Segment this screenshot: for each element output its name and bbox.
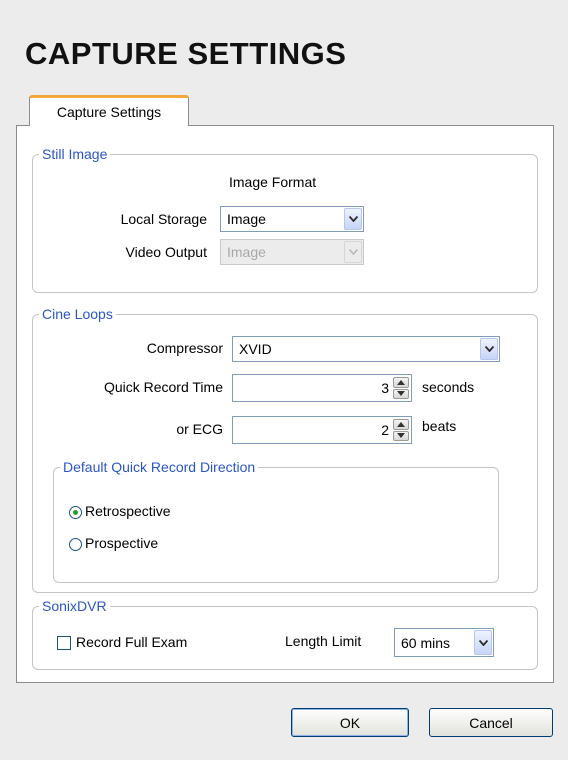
video-output-label: Video Output — [125, 244, 207, 260]
still-image-legend: Still Image — [42, 146, 108, 162]
local-storage-value: Image — [227, 211, 266, 227]
chevron-down-icon[interactable] — [344, 208, 362, 230]
compressor-label: Compressor — [146, 340, 223, 356]
local-storage-select[interactable]: Image — [220, 206, 364, 232]
compressor-value: XVID — [239, 341, 272, 357]
length-limit-value: 60 mins — [401, 635, 451, 651]
tab-label: Capture Settings — [56, 104, 162, 120]
ok-button-label: OK — [339, 714, 361, 731]
length-limit-label: Length Limit — [285, 633, 362, 649]
spin-up-icon[interactable] — [393, 377, 409, 388]
ecg-beats-value: 2 — [381, 422, 389, 438]
length-limit-select[interactable]: 60 mins — [394, 628, 494, 657]
ecg-beats-stepper[interactable]: 2 — [232, 416, 412, 444]
video-output-value: Image — [227, 244, 266, 260]
retrospective-radio[interactable] — [69, 506, 82, 519]
tab-capture-settings[interactable]: Capture Settings — [29, 95, 189, 126]
seconds-unit-label: seconds — [422, 379, 475, 395]
prospective-radio[interactable] — [69, 538, 82, 551]
settings-panel: Still Image Image Format Local Storage I… — [16, 125, 554, 683]
compressor-select[interactable]: XVID — [232, 336, 500, 362]
prospective-label[interactable]: Prospective — [85, 535, 158, 551]
quick-record-time-label: Quick Record Time — [103, 379, 223, 395]
sonixdvr-legend: SonixDVR — [42, 598, 107, 614]
chevron-down-icon[interactable] — [480, 338, 498, 360]
quick-record-direction-group: Default Quick Record Direction Retrospec… — [53, 459, 499, 583]
quick-record-direction-legend: Default Quick Record Direction — [63, 459, 256, 475]
ok-button[interactable]: OK — [291, 708, 409, 737]
spin-up-icon[interactable] — [393, 419, 409, 430]
spin-down-icon[interactable] — [393, 430, 409, 441]
beats-unit-label: beats — [422, 418, 457, 434]
record-full-exam-label[interactable]: Record Full Exam — [76, 634, 187, 650]
retrospective-label[interactable]: Retrospective — [85, 503, 171, 519]
chevron-down-icon[interactable] — [474, 630, 492, 655]
quick-record-time-value: 3 — [381, 380, 389, 396]
video-output-select[interactable]: Image — [220, 239, 364, 265]
cine-loops-group: Cine Loops Compressor XVID Quick Record … — [32, 306, 538, 593]
ecg-label: or ECG — [176, 421, 223, 437]
chevron-down-icon — [344, 241, 362, 263]
local-storage-label: Local Storage — [120, 211, 207, 227]
image-format-header: Image Format — [229, 174, 317, 190]
cancel-button-label: Cancel — [469, 714, 513, 731]
quick-record-time-stepper[interactable]: 3 — [232, 374, 412, 402]
cine-loops-legend: Cine Loops — [42, 306, 113, 322]
cancel-button[interactable]: Cancel — [429, 708, 553, 737]
sonixdvr-group: SonixDVR Record Full Exam Length Limit 6… — [32, 598, 538, 670]
spin-down-icon[interactable] — [393, 388, 409, 399]
page-title: CAPTURE SETTINGS — [25, 36, 347, 71]
record-full-exam-checkbox[interactable] — [57, 636, 71, 650]
still-image-group: Still Image Image Format Local Storage I… — [32, 146, 538, 293]
